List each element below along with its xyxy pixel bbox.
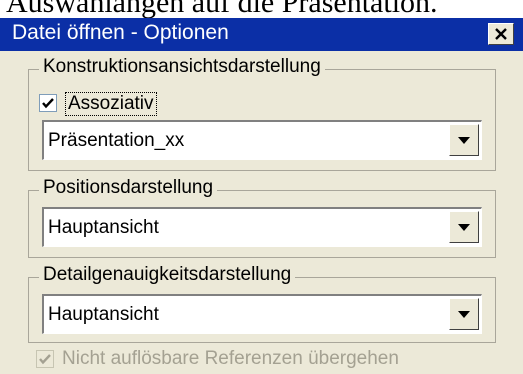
group-title-construction-view: Konstruktionsansichtsdarstellung bbox=[39, 56, 325, 78]
skip-unresolved-references-checkbox bbox=[36, 350, 54, 368]
close-icon bbox=[495, 28, 507, 40]
detail-level-dropdown-button[interactable] bbox=[449, 298, 479, 330]
construction-view-dropdown-button[interactable] bbox=[449, 124, 479, 156]
associative-checkbox-label: Assoziativ bbox=[65, 92, 157, 116]
group-position-view: Positionsdarstellung Hauptansicht bbox=[28, 177, 496, 258]
associative-checkbox[interactable] bbox=[39, 94, 57, 112]
construction-view-dropdown[interactable]: Präsentation_xx bbox=[42, 120, 482, 160]
close-button[interactable] bbox=[488, 23, 514, 45]
dropdown-arrow-icon bbox=[458, 224, 470, 231]
dropdown-arrow-icon bbox=[458, 137, 470, 144]
group-title-position-view: Positionsdarstellung bbox=[39, 177, 218, 199]
open-file-options-dialog: Datei öffnen - Optionen Konstruktionsans… bbox=[0, 18, 523, 374]
group-construction-view: Konstruktionsansichtsdarstellung Assozia… bbox=[28, 56, 496, 171]
detail-level-dropdown[interactable]: Hauptansicht bbox=[42, 294, 482, 334]
checkmark-icon bbox=[39, 354, 51, 365]
detail-level-dropdown-value: Hauptansicht bbox=[48, 304, 159, 325]
group-detail-level-view: Detailgenauigkeitsdarstellung Hauptansic… bbox=[28, 264, 496, 343]
checkmark-icon bbox=[42, 98, 54, 109]
position-view-dropdown-value: Hauptansicht bbox=[48, 217, 159, 238]
dialog-titlebar[interactable]: Datei öffnen - Optionen bbox=[0, 18, 523, 51]
construction-view-dropdown-value: Präsentation_xx bbox=[48, 130, 185, 151]
dialog-title: Datei öffnen - Optionen bbox=[12, 21, 229, 44]
page-caption-fragment: Auswahlangen auf die Präsentation. bbox=[6, 0, 438, 19]
position-view-dropdown-button[interactable] bbox=[449, 211, 479, 243]
skip-unresolved-references-label: Nicht auflösbare Referenzen übergehen bbox=[62, 348, 399, 369]
position-view-dropdown[interactable]: Hauptansicht bbox=[42, 207, 482, 247]
dropdown-arrow-icon bbox=[458, 311, 470, 318]
group-title-detail-level-view: Detailgenauigkeitsdarstellung bbox=[39, 264, 296, 286]
